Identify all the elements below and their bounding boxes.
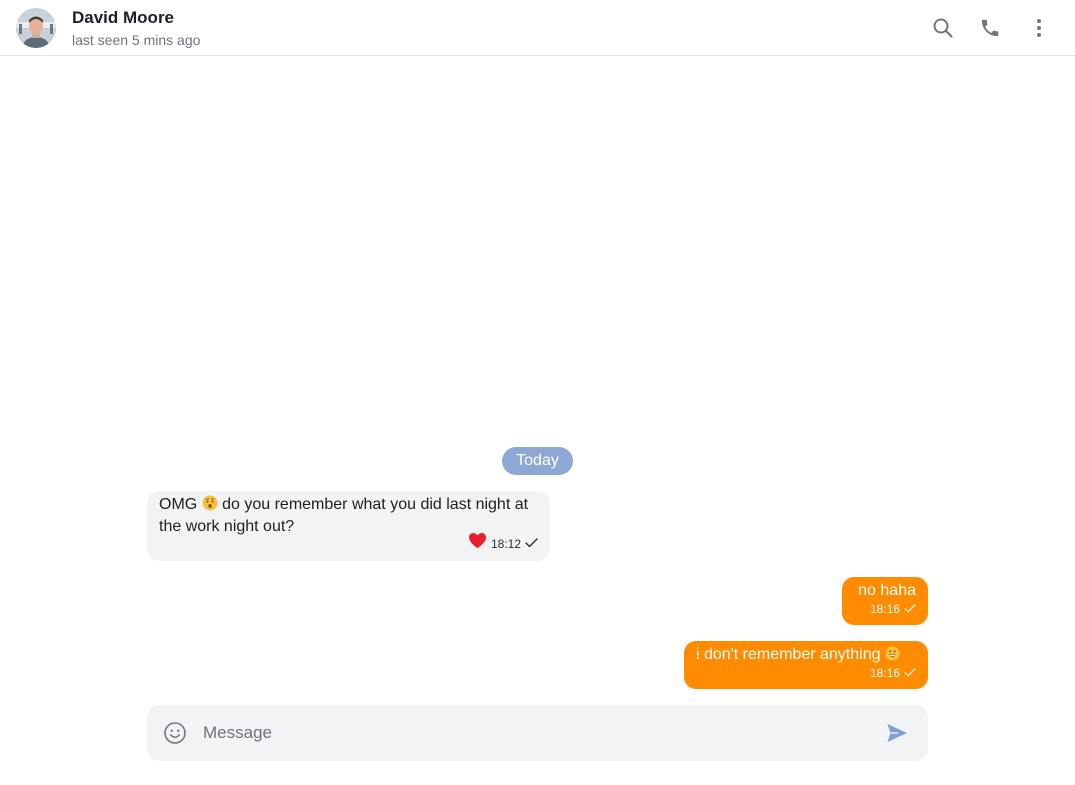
send-icon[interactable] — [885, 721, 911, 747]
checkmark-icon — [525, 534, 538, 554]
message-time: 18:16 — [869, 666, 900, 680]
contact-name: David Moore — [72, 8, 175, 27]
heart-reaction-icon[interactable] — [468, 532, 487, 555]
hushed-face-emoji-icon — [202, 495, 218, 517]
message-meta: 18:16 — [870, 663, 916, 683]
message-time: 18:16 — [869, 602, 900, 616]
checkmark-icon — [904, 663, 916, 683]
message-text-part: i don't remember anything — [696, 646, 885, 663]
outgoing-message[interactable]: no haha 18:16 — [842, 577, 928, 625]
message-time: 18:12 — [490, 536, 521, 551]
incoming-message[interactable]: OMG do you remember what you did last ni… — [147, 491, 550, 561]
checkmark-icon — [904, 599, 916, 619]
message-text-part: OMG — [159, 496, 202, 513]
message-input[interactable] — [203, 719, 863, 747]
outgoing-message[interactable]: i don't remember anything 18:16 — [684, 641, 928, 689]
phone-icon[interactable] — [977, 14, 1005, 42]
message-text: OMG do you remember what you did last ni… — [159, 495, 539, 537]
message-meta: 18:12 — [468, 532, 538, 555]
chat-header: David Moore last seen 5 mins ago — [0, 0, 1075, 56]
last-seen-status: last seen 5 mins ago — [72, 32, 201, 48]
date-separator: Today — [502, 447, 573, 475]
message-meta: 18:16 — [870, 599, 916, 619]
emoji-picker-icon[interactable] — [163, 721, 187, 745]
message-text: no haha — [858, 582, 916, 599]
search-icon[interactable] — [929, 14, 957, 42]
avatar[interactable] — [16, 8, 56, 48]
more-vertical-icon[interactable] — [1025, 14, 1053, 42]
message-composer — [147, 705, 928, 761]
